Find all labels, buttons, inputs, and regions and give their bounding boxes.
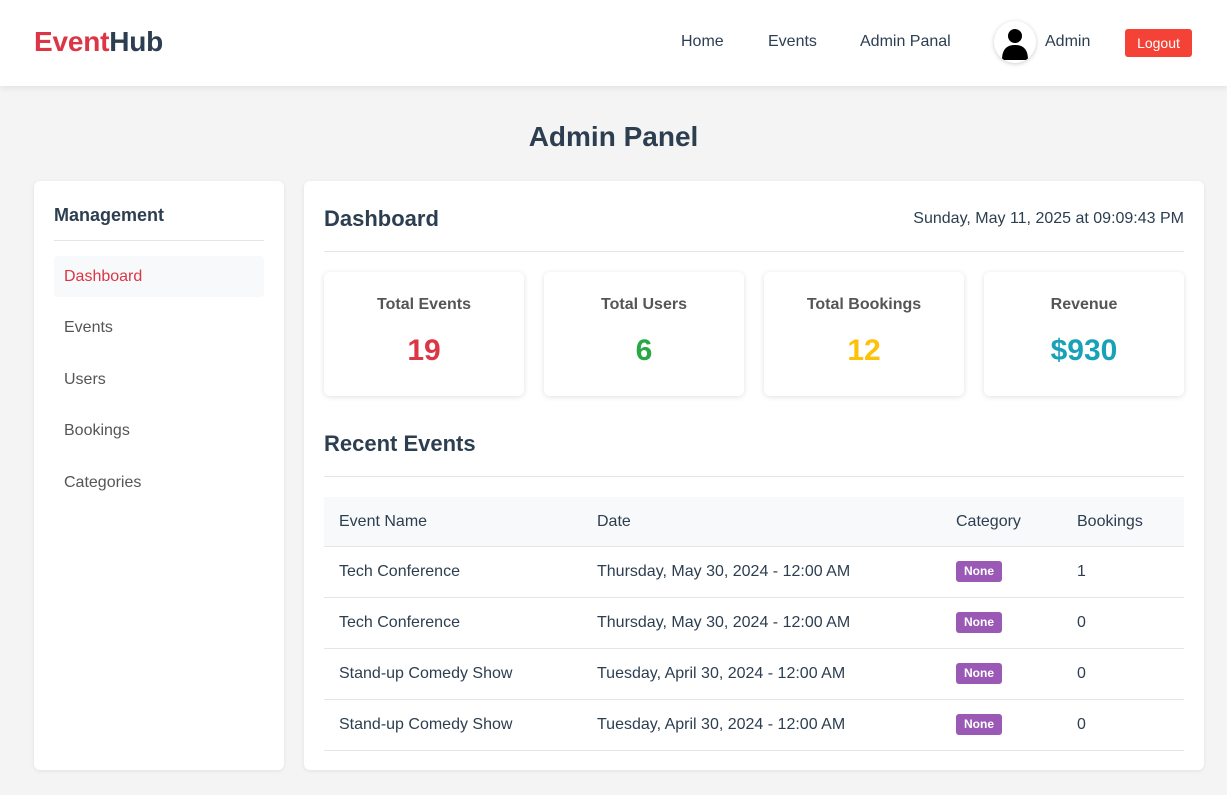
event-bookings-cell: 0 xyxy=(1077,665,1086,682)
sidebar-item-bookings[interactable]: Bookings xyxy=(54,410,264,451)
dashboard-panel: Dashboard Sunday, May 11, 2025 at 09:09:… xyxy=(304,181,1204,770)
event-date-cell: Thursday, May 30, 2024 - 12:00 AM xyxy=(597,614,851,631)
nav-link-admin-panal[interactable]: Admin Panal xyxy=(860,33,951,51)
stat-card-total-bookings: Total Bookings 12 xyxy=(764,272,964,396)
table-row[interactable]: Stand-up Comedy Show Tuesday, April 30, … xyxy=(324,649,1184,700)
stat-card-total-users: Total Users 6 xyxy=(544,272,744,396)
table-row[interactable]: Tech Conference Thursday, May 30, 2024 -… xyxy=(324,547,1184,598)
brand-part-hub: Hub xyxy=(109,26,164,57)
nav-link-home[interactable]: Home xyxy=(681,33,724,51)
stat-label: Total Users xyxy=(601,296,687,313)
event-name-cell: Tech Conference xyxy=(339,563,460,580)
event-bookings-cell: 0 xyxy=(1077,716,1086,733)
recent-events-table: Event Name Date Category Bookings Tech C… xyxy=(324,497,1184,751)
stat-label: Revenue xyxy=(1050,296,1118,313)
brand-logo[interactable]: EventHub xyxy=(34,26,163,58)
event-bookings-cell: 0 xyxy=(1077,614,1086,631)
stat-value: 6 xyxy=(635,334,653,367)
stat-value: 12 xyxy=(847,334,881,367)
stat-label: Total Events xyxy=(377,296,471,313)
event-name-cell: Tech Conference xyxy=(339,614,460,631)
recent-events-divider xyxy=(324,476,1184,477)
event-category-cell: None xyxy=(956,547,1002,597)
stat-card-total-events: Total Events 19 xyxy=(324,272,524,396)
logout-button[interactable]: Logout xyxy=(1125,29,1192,57)
category-badge: None xyxy=(956,612,1002,634)
table-header-row: Event Name Date Category Bookings xyxy=(324,497,1184,547)
sidebar-item-users[interactable]: Users xyxy=(54,359,264,400)
stat-value: $930 xyxy=(1050,334,1118,367)
top-navbar: EventHub Home Events Admin Panal Admin L… xyxy=(0,0,1227,86)
brand-part-event: Event xyxy=(34,26,110,57)
column-header-bookings[interactable]: Bookings xyxy=(1077,497,1143,547)
event-bookings-cell: 1 xyxy=(1077,563,1086,580)
stat-label: Total Bookings xyxy=(806,296,922,313)
dashboard-divider xyxy=(324,251,1184,252)
stat-value: 19 xyxy=(407,334,441,367)
user-icon xyxy=(1002,29,1028,60)
user-avatar[interactable] xyxy=(994,21,1036,63)
column-header-date[interactable]: Date xyxy=(597,497,631,547)
sidebar-divider xyxy=(54,240,264,241)
event-name-cell: Stand-up Comedy Show xyxy=(339,665,513,682)
current-datetime: Sunday, May 11, 2025 at 09:09:43 PM xyxy=(913,210,1184,227)
sidebar-item-events[interactable]: Events xyxy=(54,307,264,348)
table-row[interactable]: Tech Conference Thursday, May 30, 2024 -… xyxy=(324,598,1184,649)
event-date-cell: Tuesday, April 30, 2024 - 12:00 AM xyxy=(597,665,846,682)
category-badge: None xyxy=(956,663,1002,685)
event-name-cell: Stand-up Comedy Show xyxy=(339,716,513,733)
stat-card-revenue: Revenue $930 xyxy=(984,272,1184,396)
event-category-cell: None xyxy=(956,598,1002,648)
column-header-category[interactable]: Category xyxy=(956,497,1021,547)
management-sidebar: Management Dashboard Events Users Bookin… xyxy=(34,181,284,770)
sidebar-heading: Management xyxy=(54,205,165,225)
category-badge: None xyxy=(956,561,1002,583)
category-badge: None xyxy=(956,714,1002,736)
event-date-cell: Thursday, May 30, 2024 - 12:00 AM xyxy=(597,563,851,580)
user-name: Admin xyxy=(1045,33,1091,50)
column-header-event-name[interactable]: Event Name xyxy=(339,497,427,547)
page-title: Admin Panel xyxy=(528,121,699,152)
sidebar-item-dashboard[interactable]: Dashboard xyxy=(54,256,264,297)
nav-link-events[interactable]: Events xyxy=(768,33,817,51)
table-row[interactable]: Stand-up Comedy Show Tuesday, April 30, … xyxy=(324,700,1184,751)
event-date-cell: Tuesday, April 30, 2024 - 12:00 AM xyxy=(597,716,846,733)
event-category-cell: None xyxy=(956,649,1002,699)
event-category-cell: None xyxy=(956,700,1002,750)
recent-events-title: Recent Events xyxy=(324,431,476,456)
sidebar-item-categories[interactable]: Categories xyxy=(54,462,264,503)
dashboard-title: Dashboard xyxy=(324,206,439,231)
